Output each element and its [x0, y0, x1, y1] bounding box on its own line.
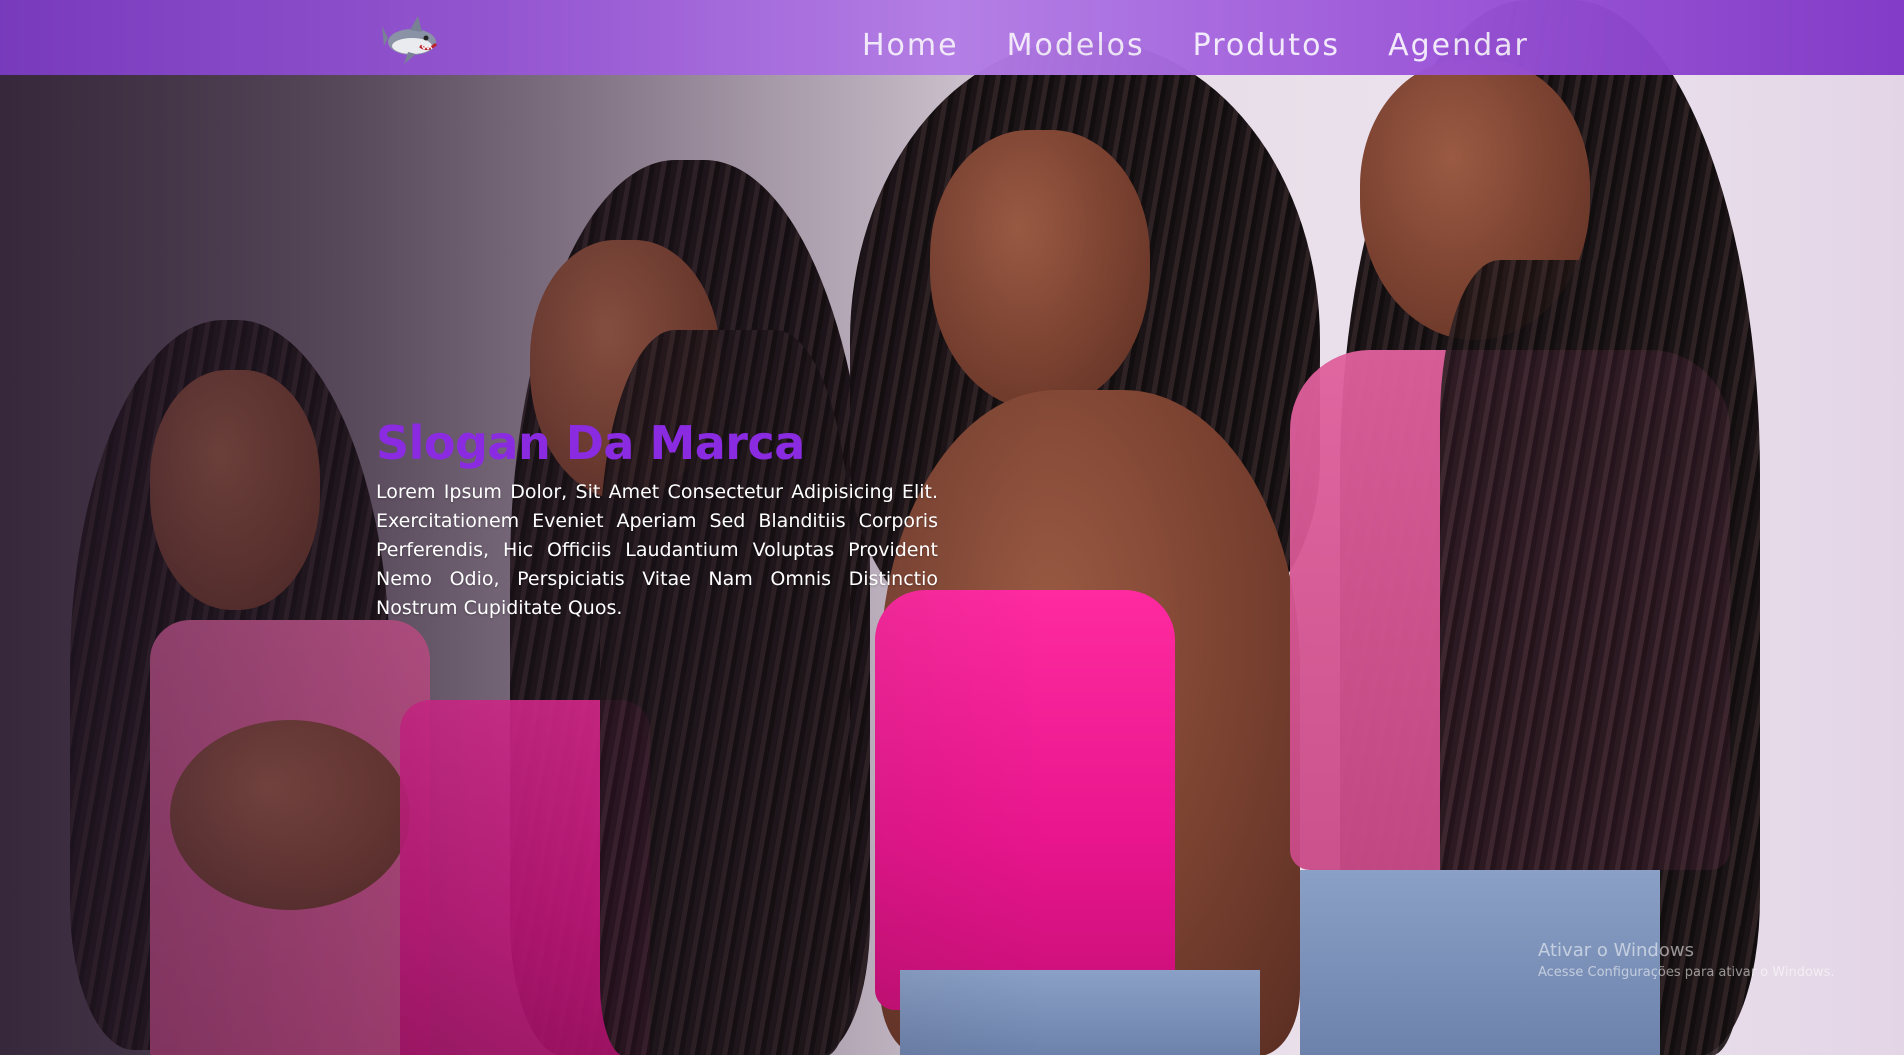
- brand-slogan: Slogan Da Marca: [376, 416, 805, 470]
- main-nav: Home Modelos Produtos Agendar: [862, 26, 1577, 66]
- nav-produtos[interactable]: Produtos: [1193, 26, 1340, 66]
- hero-description: Lorem Ipsum Dolor, Sit Amet Consectetur …: [376, 481, 938, 619]
- nav-home[interactable]: Home: [862, 26, 959, 66]
- nav-modelos[interactable]: Modelos: [1007, 26, 1145, 66]
- hero-overlay: [0, 0, 1904, 1055]
- shark-logo-icon[interactable]: [382, 12, 440, 66]
- windows-activation-watermark: Ativar o Windows Acesse Configurações pa…: [1538, 938, 1834, 982]
- top-navbar: Home Modelos Produtos Agendar: [0, 0, 1904, 75]
- landing-page: Home Modelos Produtos Agendar Slogan Da …: [0, 0, 1904, 1056]
- hero-content: Slogan Da Marca Lorem Ipsum Dolor, Sit A…: [376, 412, 938, 623]
- watermark-title: Ativar o Windows: [1538, 940, 1694, 961]
- nav-agendar[interactable]: Agendar: [1388, 26, 1529, 66]
- watermark-subtitle: Acesse Configurações para ativar o Windo…: [1538, 965, 1835, 980]
- hero-photo: [0, 0, 1904, 1055]
